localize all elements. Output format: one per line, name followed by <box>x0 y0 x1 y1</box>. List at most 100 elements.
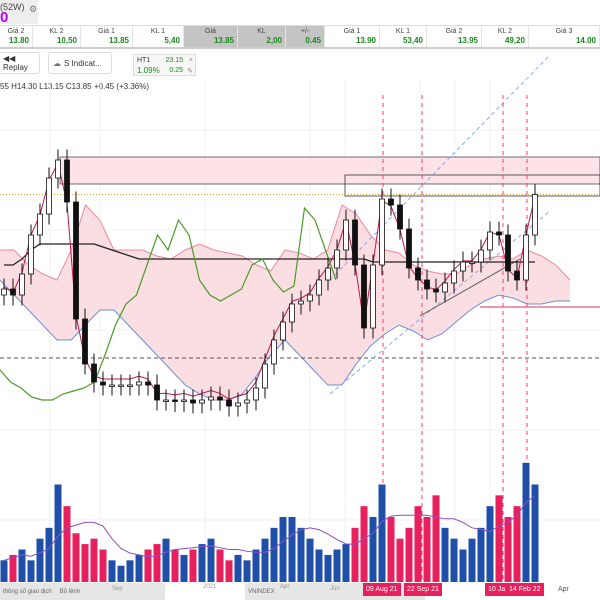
volume-bar <box>450 538 458 582</box>
volume-bar <box>99 549 107 582</box>
candle-body <box>37 213 43 236</box>
volume-bar <box>63 506 71 582</box>
volume-bar <box>216 549 224 582</box>
volume-bar <box>333 549 341 582</box>
volume-bar <box>414 506 422 582</box>
candle-body <box>10 288 16 296</box>
volume-bar <box>234 554 242 582</box>
candle-body <box>388 198 394 206</box>
candle-body <box>415 267 421 281</box>
volume-bar <box>324 554 332 582</box>
candle-body <box>253 387 259 401</box>
volume-bar <box>81 544 89 582</box>
candle-body <box>172 399 178 402</box>
candle-body <box>469 261 475 264</box>
volume-bar <box>108 560 116 582</box>
volume-bar <box>315 549 323 582</box>
volume-bar <box>18 549 26 582</box>
candle-body <box>478 249 484 263</box>
candle-body <box>145 381 151 386</box>
price-chart[interactable] <box>0 0 600 583</box>
volume-bar <box>135 554 143 582</box>
candle-body <box>235 402 241 407</box>
volume-bar <box>342 544 350 582</box>
volume-bar <box>243 560 251 582</box>
volume-bar <box>486 506 494 582</box>
volume-bar <box>405 527 413 582</box>
volume-bar <box>360 506 368 582</box>
candle-body <box>316 279 322 296</box>
volume-bar <box>153 544 161 582</box>
tab-label-2: Bỏ lệnh <box>59 588 81 595</box>
candle-body <box>217 396 223 401</box>
volume-bar <box>531 484 539 582</box>
candle-body <box>307 294 313 302</box>
volume-bar <box>261 538 269 582</box>
volume-bar <box>288 517 296 582</box>
volume-bar <box>477 527 485 582</box>
volume-bar <box>126 560 134 582</box>
candle-body <box>1 288 7 296</box>
candle-body <box>64 159 70 203</box>
x-label: Jun <box>330 586 340 592</box>
date-tag: 22 Sep 21 <box>404 583 442 596</box>
footer-tab-trading[interactable]: thông số giao dịch Bỏ lệnh <box>0 583 165 600</box>
volume-bar <box>495 495 503 582</box>
candle-body <box>91 363 97 383</box>
candle-body <box>460 261 466 272</box>
volume-bar <box>441 527 449 582</box>
candle-body <box>100 381 106 386</box>
volume-bar <box>90 538 98 582</box>
candle-body <box>19 273 25 296</box>
candle-body <box>190 399 196 404</box>
volume-bar <box>225 560 233 582</box>
candle-body <box>505 234 511 272</box>
date-tag: 14 Feb 22 <box>506 583 544 596</box>
candle-body <box>325 267 331 281</box>
volume-bar <box>252 549 260 582</box>
volume-bar <box>27 560 35 582</box>
volume-bar <box>522 462 530 582</box>
candle-body <box>208 396 214 401</box>
candle-body <box>262 363 268 389</box>
x-label: Apr <box>280 584 290 590</box>
resistance-zone <box>59 156 600 185</box>
candle-body <box>451 270 457 284</box>
date-tag: 09 Aug 21 <box>363 583 401 596</box>
candle-body <box>361 264 367 329</box>
volume-bar <box>459 549 467 582</box>
volume-bar <box>306 538 314 582</box>
candle-body <box>163 399 169 402</box>
volume-bar <box>189 549 197 582</box>
candle-body <box>244 399 250 404</box>
candle-body <box>514 270 520 281</box>
volume-bar <box>432 495 440 582</box>
candle-body <box>289 303 295 323</box>
candle-body <box>136 381 142 386</box>
candle-body <box>127 384 133 387</box>
volume-bar <box>279 517 287 582</box>
candle-body <box>154 384 160 401</box>
x-label: Apr <box>558 586 569 593</box>
candle-body <box>433 288 439 293</box>
volume-bar <box>72 533 80 582</box>
candle-body <box>424 279 430 290</box>
volume-bar <box>351 527 359 582</box>
volume-bar <box>378 484 386 582</box>
volume-bar <box>468 538 476 582</box>
volume-bar <box>171 549 179 582</box>
candle-body <box>28 234 34 275</box>
candle-body <box>298 300 304 305</box>
tab-label-3: VNINDEX <box>248 588 275 595</box>
candle-body <box>199 399 205 404</box>
tab-label: thông số giao dịch <box>3 588 52 595</box>
volume-bar <box>297 527 305 582</box>
candle-body <box>181 399 187 402</box>
volume-bar <box>207 538 215 582</box>
candle-body <box>334 249 340 269</box>
candle-body <box>379 198 385 266</box>
candle-body <box>397 204 403 230</box>
candle-body <box>118 384 124 387</box>
candle-body <box>109 384 115 387</box>
volume-bar <box>45 527 53 582</box>
